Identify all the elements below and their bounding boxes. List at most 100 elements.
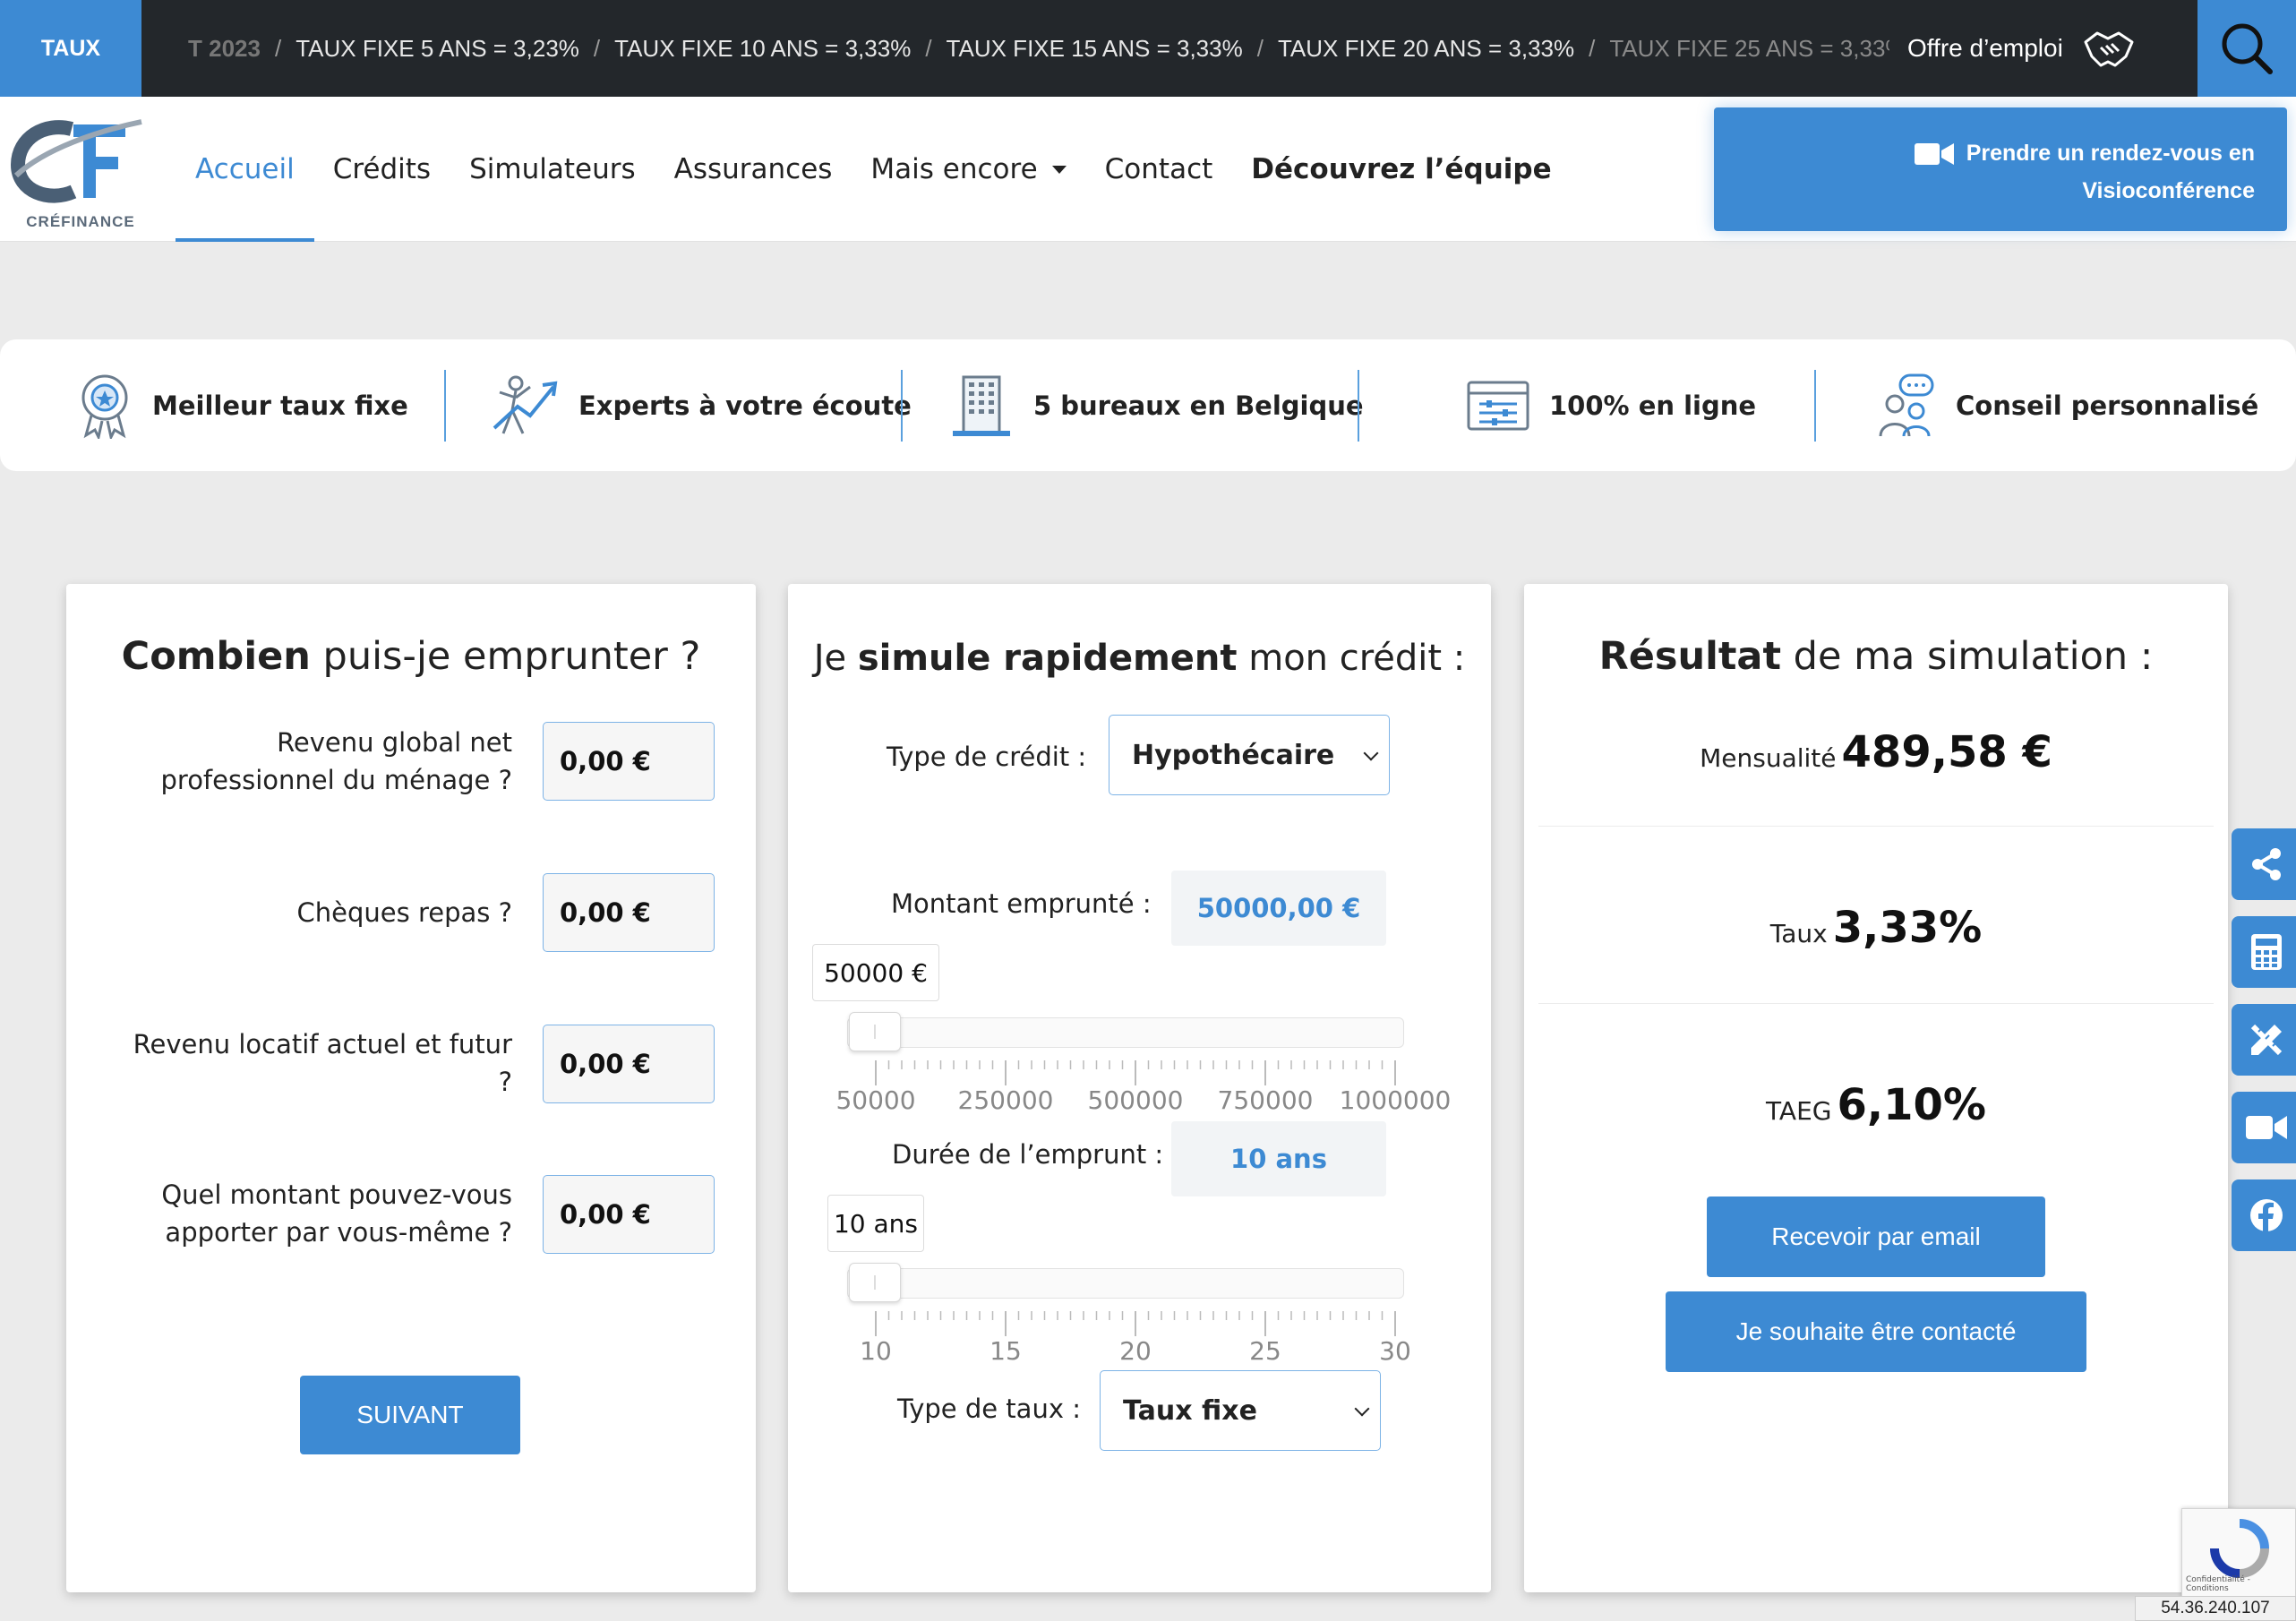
crefinance-logo[interactable]: CRÉFINANCE — [9, 113, 143, 233]
expert-growth-icon — [493, 375, 558, 434]
rate-type-label: Type de taux : — [897, 1394, 1081, 1424]
simulate-card-title: Je simule rapidement mon crédit : — [813, 638, 1466, 679]
nav-assurances[interactable]: Assurances — [674, 97, 833, 242]
nav-contact[interactable]: Contact — [1105, 97, 1213, 242]
calculator-button[interactable] — [2232, 916, 2296, 988]
taeg-rate: TAEG 6,10% — [1765, 1080, 1986, 1130]
share-button[interactable] — [2232, 828, 2296, 900]
recaptcha-badge[interactable]: Confidentialité - Conditions — [2181, 1508, 2296, 1598]
cf-logo-mark — [10, 119, 142, 203]
borrow-capacity-card: Combien puis-je emprunter ? Revenu globa… — [66, 584, 756, 1592]
nav-accueil[interactable]: Accueil — [176, 97, 314, 242]
nav-simulateurs[interactable]: Simulateurs — [469, 97, 636, 242]
cta-line1: Prendre un rendez-vous en — [1966, 141, 2255, 166]
nav-equipe[interactable]: Découvrez l’équipe — [1251, 97, 1551, 242]
simulation-result-card: Résultat de ma simulation : Mensualité 48… — [1524, 584, 2228, 1592]
duration-slider-handle[interactable] — [849, 1263, 901, 1302]
feature-label: 100% en ligne — [1549, 390, 1757, 421]
award-ribbon-icon — [81, 374, 128, 439]
tick-label: 30 — [1379, 1336, 1411, 1366]
duration-value: 10 ans — [1171, 1121, 1386, 1196]
ticker-item: T 2023 — [188, 34, 261, 62]
amount-slider-handle[interactable] — [849, 1012, 901, 1051]
amount-label: Montant emprunté : — [891, 888, 1152, 919]
office-building-icon — [953, 375, 1010, 436]
calculator-icon — [2251, 934, 2282, 970]
feature-divider — [444, 370, 446, 442]
borrow-card-title: Combien puis-je emprunter ? — [121, 634, 701, 679]
tick-label: 1000000 — [1339, 1085, 1452, 1115]
credit-type-select[interactable]: Hypothécaire — [1109, 715, 1390, 795]
video-call-button[interactable] — [2232, 1092, 2296, 1163]
browser-settings-icon — [1467, 381, 1529, 430]
feature-label: Experts à votre écoute — [578, 390, 912, 421]
amount-slider-tooltip: 50000 € — [812, 944, 939, 1001]
feature-label: 5 bureaux en Belgique — [1033, 390, 1364, 421]
rate-type-select[interactable]: Taux fixe — [1100, 1370, 1381, 1451]
meal-vouchers-input[interactable]: 0,00 € — [543, 873, 715, 952]
divider — [1538, 1003, 2214, 1004]
feature-label: Conseil personnalisé — [1956, 390, 2259, 421]
logo-wordmark: CRÉFINANCE — [26, 213, 135, 230]
cta-line2: Visioconférence — [2082, 178, 2255, 203]
quick-simulation-card: Je simule rapidement mon crédit : Type d… — [788, 584, 1491, 1592]
feature-divider — [1814, 370, 1816, 442]
ticker-item: TAUX FIXE 5 ANS = 3,23% — [296, 34, 579, 62]
field-label: Revenu global net professionnel du ménage… — [160, 727, 513, 795]
duration-label: Durée de l’emprunt : — [892, 1139, 1164, 1170]
job-offer-link[interactable]: Offre d’emploi — [1907, 0, 2135, 97]
divider — [1538, 826, 2214, 827]
feature-divider — [1358, 370, 1359, 442]
credit-type-value: Hypothécaire — [1132, 739, 1335, 771]
duration-slider-tooltip: 10 ans — [827, 1195, 924, 1252]
ticker-item: TAUX FIXE 15 ANS = 3,33% — [946, 34, 1243, 62]
video-camera-icon — [1914, 143, 1954, 166]
field-label: Revenu locatif actuel et futur? — [133, 1029, 512, 1097]
duration-slider[interactable] — [847, 1268, 1404, 1299]
facebook-icon — [2250, 1199, 2283, 1231]
nav-mais-encore[interactable]: Mais encore — [870, 97, 1067, 242]
search-icon — [2222, 23, 2273, 74]
handshake-icon — [2084, 31, 2134, 67]
feature-experts: Experts à votre écoute — [491, 339, 912, 471]
search-button[interactable] — [2197, 0, 2296, 97]
tick-label: 250000 — [957, 1085, 1054, 1115]
tick-label: 750000 — [1217, 1085, 1314, 1115]
ticker-track: T 2023/ TAUX FIXE 5 ANS = 3,23% / TAUX FI… — [188, 0, 1889, 97]
video-appointment-button[interactable]: Prendre un rendez-vous en Visioconférenc… — [1714, 107, 2287, 231]
feature-online: 100% en ligne — [1467, 339, 1756, 471]
amount-slider[interactable] — [847, 1017, 1404, 1048]
feature-offices: 5 bureaux en Belgique — [949, 339, 1364, 471]
tools-button[interactable] — [2232, 1004, 2296, 1076]
nav-credits[interactable]: Crédits — [333, 97, 431, 242]
features-strip: Meilleur taux fixe Experts à votre écout… — [0, 339, 2296, 471]
job-offer-label: Offre d’emploi — [1907, 34, 2063, 62]
nav-mais-encore-label: Mais encore — [870, 153, 1038, 185]
feature-advice: Conseil personnalisé — [1879, 339, 2258, 471]
own-contribution-input[interactable]: 0,00 € — [543, 1175, 715, 1254]
facebook-button[interactable] — [2232, 1179, 2296, 1251]
next-button[interactable]: SUIVANT — [300, 1376, 520, 1454]
feature-best-rate: Meilleur taux fixe — [77, 339, 408, 471]
rental-income-input[interactable]: 0,00 € — [543, 1025, 715, 1103]
tick-label: 500000 — [1087, 1085, 1184, 1115]
income-input[interactable]: 0,00 € — [543, 722, 715, 801]
interest-rate: Taux 3,33% — [1769, 903, 1983, 953]
field-label: Quel montant pouvez-vous apporter par vou… — [161, 1179, 512, 1248]
feature-label: Meilleur taux fixe — [152, 390, 408, 421]
tick-label: 25 — [1249, 1336, 1281, 1366]
credit-type-label: Type de crédit : — [887, 742, 1087, 772]
ticker-item: TAUX FIXE 20 ANS = 3,33% — [1277, 34, 1575, 62]
request-contact-button[interactable]: Je souhaite être contacté — [1666, 1291, 2086, 1372]
chevron-down-icon — [1354, 1401, 1370, 1417]
main-header: CRÉFINANCE Accueil Crédits Simulateurs A… — [0, 97, 2296, 242]
ticker-label: TAUX — [0, 0, 141, 97]
rates-ticker-bar: TAUX T 2023/ TAUX FIXE 5 ANS = 3,23% / TA… — [0, 0, 2296, 97]
chevron-down-icon — [1051, 165, 1067, 174]
pencil-ruler-icon — [2250, 1024, 2283, 1056]
tick-label: 50000 — [835, 1085, 916, 1115]
receive-by-email-button[interactable]: Recevoir par email — [1707, 1196, 2045, 1277]
ip-address: 54.36.240.107 — [2135, 1596, 2296, 1621]
tick-label: 15 — [990, 1336, 1022, 1366]
ticker-item: TAUX FIXE 25 ANS = 3,33% — [1609, 34, 1889, 62]
